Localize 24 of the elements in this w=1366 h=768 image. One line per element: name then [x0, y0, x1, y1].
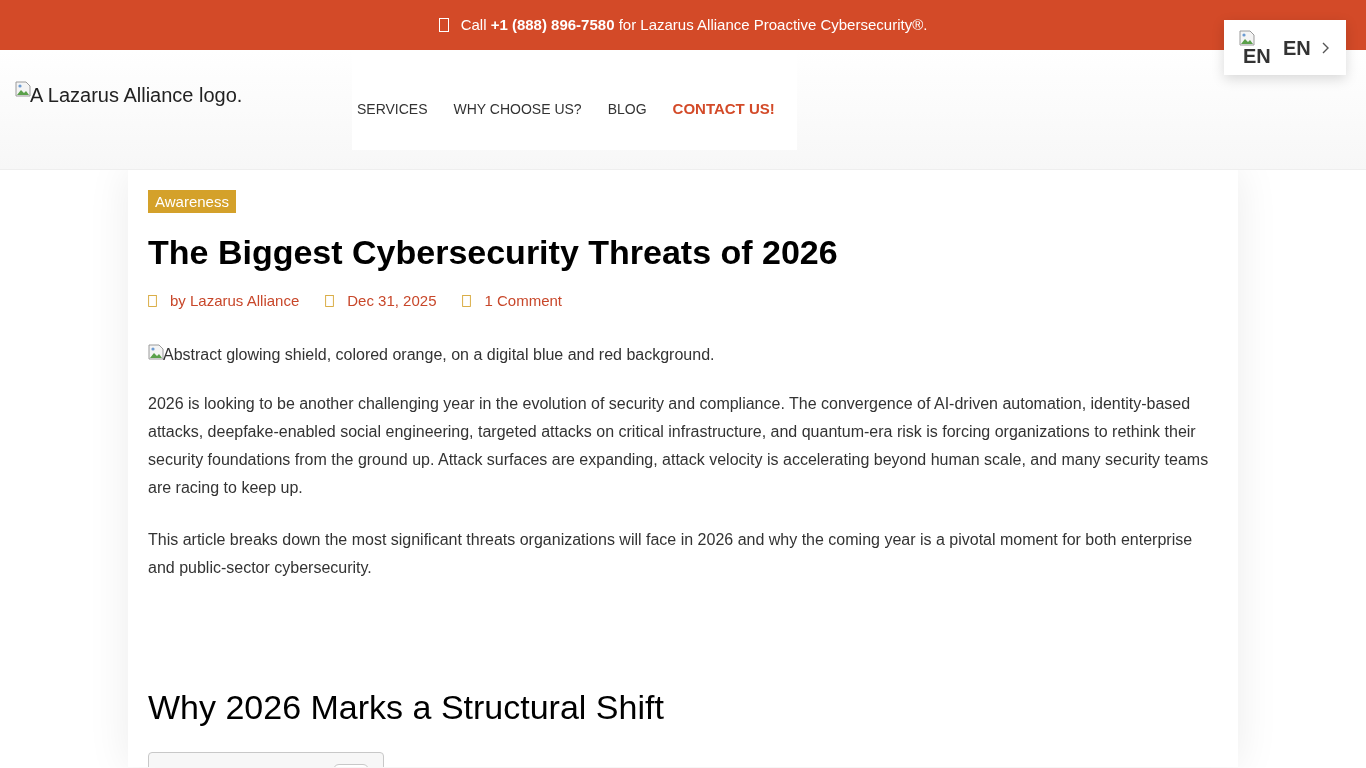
broken-image-icon: [15, 81, 31, 97]
logo-alt-text: A Lazarus Alliance logo.: [30, 83, 243, 107]
image-alt-text: Abstract glowing shield, colored orange, on a digital blue and red background.: [163, 344, 715, 365]
nav-link[interactable]: SERVICES: [357, 98, 428, 120]
glyph-box-icon: [438, 18, 449, 32]
article-paragraph: This article breaks down the most significant threats organizations will face in 2026 and why the coming year is a pivotal moment for both enterprise and public-sector cybersecurity.: [148, 529, 1194, 578]
contact-link[interactable]: CONTACT US!: [672, 97, 775, 121]
chevron-right-icon[interactable]: [1321, 41, 1329, 54]
glyph-box-icon: [462, 295, 472, 308]
meta-link[interactable]: Dec 31, 2025: [347, 290, 437, 313]
glyph-box-icon: [325, 295, 335, 308]
glyph-box-icon: [148, 295, 157, 308]
broken-image-icon: [1239, 29, 1255, 46]
section-heading: Why 2026 Marks a Structural Shift: [148, 686, 665, 728]
flag-alt-text: EN: [1243, 43, 1271, 68]
nav-link[interactable]: WHY CHOOSE US?: [453, 98, 582, 120]
nav-link[interactable]: BLOG: [607, 98, 647, 120]
promo-text: Call +1 (888) 896-7580 for Lazarus Alliance Proactive Cybersecurity®.: [460, 14, 928, 35]
article-paragraph: 2026 is looking to be another challenging year in the evolution of security and compliance. The convergence of AI-driven automation, identity-based attacks, deepfake-enabled social engineering, targeted attacks on critical infrastructure, and quantum-era risk is forcing organizations to rethink their security foundations from the ground up. Attack surfaces are expanding, attack velocity is accelerating beyond human scale, and many security teams are racing to keep up.: [148, 393, 1210, 498]
article-title: The Biggest Cybersecurity Threats of 2026: [148, 232, 839, 273]
broken-image-icon: [148, 343, 164, 360]
language-label[interactable]: EN: [1283, 35, 1311, 60]
meta-link[interactable]: by Lazarus Alliance: [170, 290, 300, 313]
meta-link[interactable]: 1 Comment: [484, 290, 562, 313]
